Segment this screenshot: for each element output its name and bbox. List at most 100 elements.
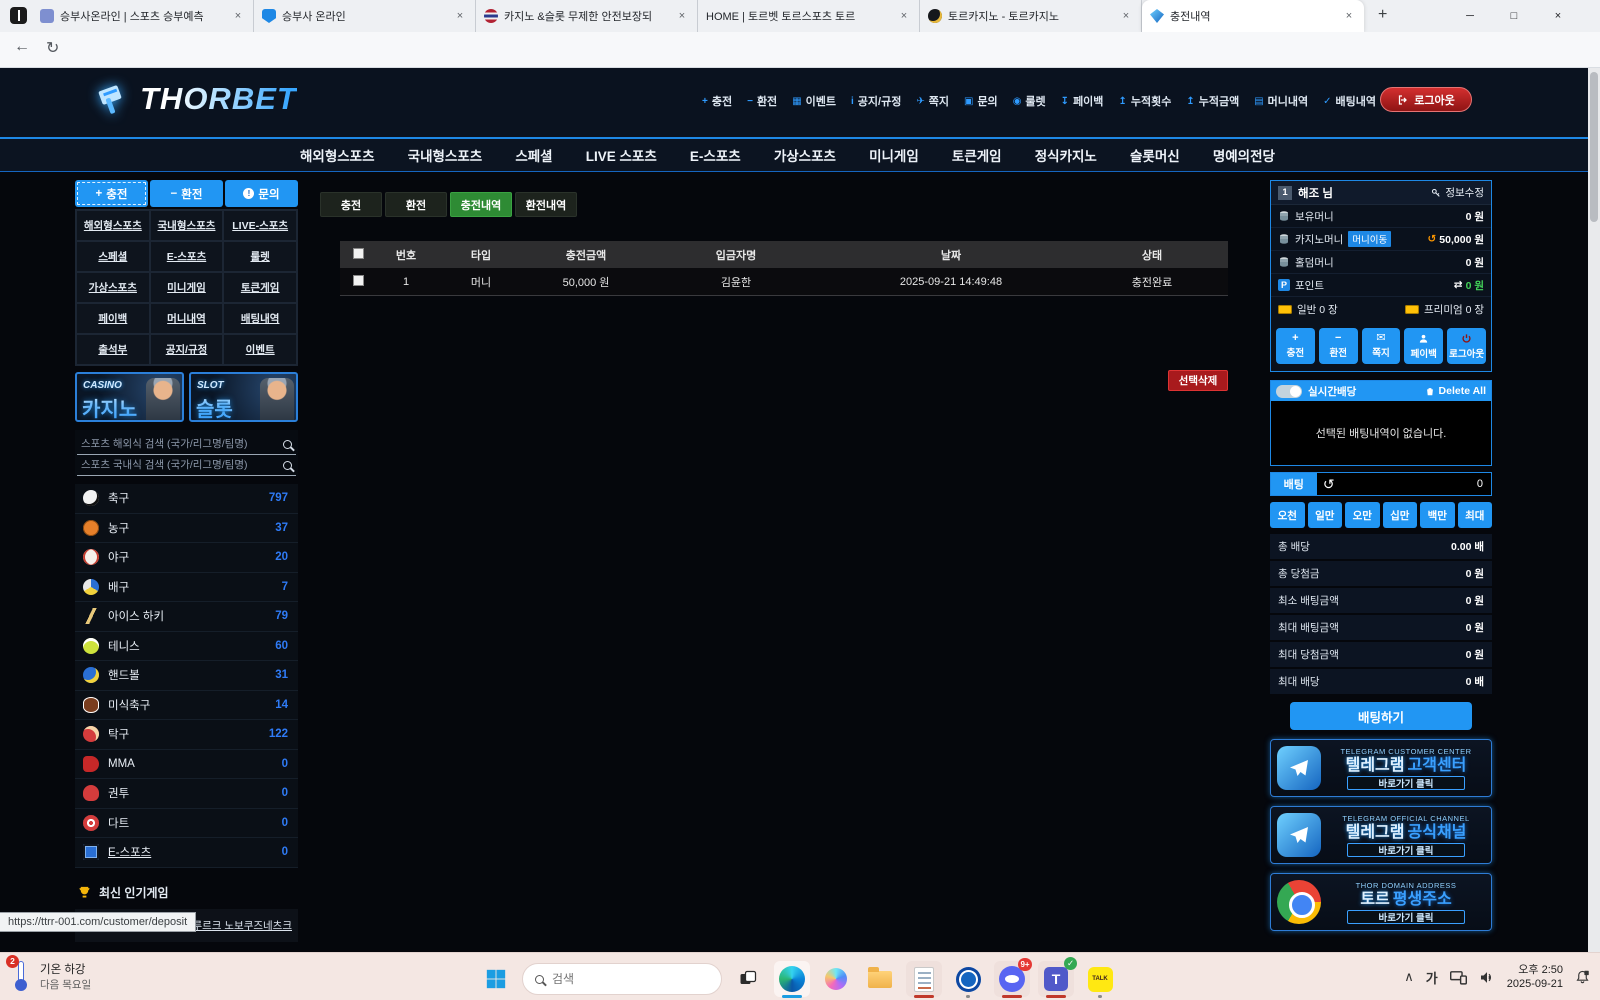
tab-actions-icon[interactable]	[10, 7, 27, 24]
tab-close-button[interactable]: ×	[453, 10, 467, 22]
telegram-channel-banner[interactable]: TELEGRAM OFFICIAL CHANNEL 텔레그램공식채널 바로가기 …	[1270, 806, 1492, 864]
nav-slot-machine[interactable]: 슬롯머신	[1130, 145, 1180, 165]
quick-5000-button[interactable]: 오천	[1270, 502, 1305, 528]
select-all-checkbox[interactable]	[353, 248, 364, 259]
search-icon[interactable]	[283, 440, 292, 449]
sport-item-boxing[interactable]: 권투0	[75, 779, 298, 809]
sidebar-withdraw-button[interactable]: −환전	[150, 180, 223, 207]
nav-special[interactable]: 스페셜	[515, 145, 552, 165]
browser-tab-1[interactable]: 승부사온라인 | 스포츠 승부예측 ×	[32, 0, 254, 32]
ime-korean-indicator[interactable]: 가	[1426, 968, 1438, 987]
sidebar-inquiry-button[interactable]: !문의	[225, 180, 298, 207]
browser-tab-5[interactable]: 토르카지노 - 토르카지노 ×	[920, 0, 1142, 32]
page-scrollbar[interactable]	[1588, 68, 1600, 952]
taskbar-teams[interactable]: T✓	[1038, 961, 1074, 997]
nav-mini-games[interactable]: 미니게임	[869, 145, 919, 165]
domain-address-banner[interactable]: THOR DOMAIN ADDRESS 토르평생주소 바로가기 클릭	[1270, 873, 1492, 931]
sport-item-american-football[interactable]: 미식축구14	[75, 691, 298, 721]
message-button[interactable]: ✉쪽지	[1362, 328, 1401, 364]
nav-domestic-sports[interactable]: 국내형스포츠	[408, 145, 483, 165]
menu-event[interactable]: 이벤트	[223, 334, 297, 365]
quick-50000-button[interactable]: 오만	[1345, 502, 1380, 528]
taskbar-blue-app[interactable]	[950, 961, 986, 997]
nav-hall-of-fame[interactable]: 명예의전당	[1213, 145, 1275, 165]
browser-tab-2[interactable]: 승부사 온라인 ×	[254, 0, 476, 32]
overseas-search-input[interactable]	[81, 438, 283, 450]
quick-menu-event[interactable]: ▦이벤트	[792, 93, 836, 109]
quick-menu-money-history[interactable]: ▤머니내역	[1254, 93, 1308, 109]
quick-100000-button[interactable]: 십만	[1383, 502, 1418, 528]
window-maximize-button[interactable]: □	[1492, 0, 1536, 32]
menu-roulette[interactable]: 룰렛	[223, 241, 297, 272]
tab-close-button[interactable]: ×	[231, 10, 245, 22]
withdraw-button[interactable]: −환전	[1319, 328, 1358, 364]
tab-close-button[interactable]: ×	[897, 10, 911, 22]
quick-menu-bet-count[interactable]: ↥누적횟수	[1118, 93, 1171, 109]
quick-menu-bet-total[interactable]: ↥누적금액	[1186, 93, 1239, 109]
logout-button[interactable]: 로그아웃	[1380, 87, 1472, 112]
quick-1000000-button[interactable]: 백만	[1420, 502, 1455, 528]
nav-overseas-sports[interactable]: 해외형스포츠	[300, 145, 375, 165]
casino-banner[interactable]: CASINO 카지노	[75, 372, 184, 422]
weather-widget[interactable]: 2 기온 하강 다음 목요일	[10, 959, 91, 993]
tab-close-button[interactable]: ×	[1342, 10, 1356, 22]
sport-item-baseball[interactable]: 야구20	[75, 543, 298, 573]
menu-attendance[interactable]: 출석부	[76, 334, 150, 365]
quick-menu-deposit[interactable]: +충전	[702, 93, 732, 109]
banner-cta-button[interactable]: 바로가기 클릭	[1347, 776, 1465, 790]
quick-10000-button[interactable]: 일만	[1308, 502, 1343, 528]
menu-payback[interactable]: 페이백	[76, 303, 150, 334]
menu-domestic-sports[interactable]: 국내형스포츠	[150, 210, 224, 241]
quick-max-button[interactable]: 최대	[1458, 502, 1493, 528]
taskbar-copilot[interactable]	[818, 961, 854, 997]
window-minimize-button[interactable]: ─	[1448, 0, 1492, 32]
browser-tab-3[interactable]: 카지노 &슬롯 무제한 안전보장되 ×	[476, 0, 698, 32]
taskbar-discord[interactable]: 9+	[994, 961, 1030, 997]
quick-menu-bet-history[interactable]: ✓배팅내역	[1323, 93, 1376, 109]
sport-item-tennis[interactable]: 테니스60	[75, 632, 298, 662]
nav-token-games[interactable]: 토큰게임	[952, 145, 1002, 165]
new-tab-button[interactable]: +	[1378, 6, 1387, 24]
start-button[interactable]	[478, 961, 514, 997]
menu-token-games[interactable]: 토큰게임	[223, 272, 297, 303]
telegram-customer-banner[interactable]: TELEGRAM CUSTOMER CENTER 텔레그램고객센터 바로가기 클…	[1270, 739, 1492, 797]
sport-item-esports[interactable]: E-스포츠0	[75, 838, 298, 868]
search-icon[interactable]	[283, 461, 292, 470]
taskbar-file-explorer[interactable]	[862, 961, 898, 997]
quick-menu-roulette[interactable]: ◉룰렛	[1013, 93, 1046, 109]
taskbar-document-app[interactable]	[906, 961, 942, 997]
sport-item-mma[interactable]: MMA0	[75, 750, 298, 780]
slot-banner[interactable]: SLOT 슬롯	[189, 372, 298, 422]
nav-esports[interactable]: E-스포츠	[690, 145, 741, 165]
quick-menu-withdraw[interactable]: −환전	[747, 93, 777, 109]
taskbar-clock[interactable]: 오후 2:50 2025-09-21	[1507, 963, 1563, 991]
bet-amount-input[interactable]	[1341, 478, 1491, 490]
banner-cta-button[interactable]: 바로가기 클릭	[1347, 910, 1465, 924]
menu-live-sports[interactable]: LIVE-스포츠	[223, 210, 297, 241]
menu-bet-history[interactable]: 배팅내역	[223, 303, 297, 334]
menu-esports[interactable]: E-스포츠	[150, 241, 224, 272]
notification-bell-icon[interactable]	[1575, 969, 1590, 985]
reset-bet-icon[interactable]: ↺	[1317, 476, 1341, 493]
menu-mini-games[interactable]: 미니게임	[150, 272, 224, 303]
place-bet-button[interactable]: 배팅하기	[1290, 702, 1472, 730]
taskbar-kakaotalk[interactable]: TALK	[1082, 961, 1118, 997]
banner-cta-button[interactable]: 바로가기 클릭	[1347, 843, 1465, 857]
sport-item-handball[interactable]: 핸드볼31	[75, 661, 298, 691]
tab-close-button[interactable]: ×	[1119, 10, 1133, 22]
sport-item-basketball[interactable]: 농구37	[75, 514, 298, 544]
hidden-icons-chevron[interactable]: ∧	[1404, 969, 1414, 985]
tab-withdraw[interactable]: 환전	[385, 192, 447, 217]
browser-tab-active[interactable]: 충전내역 ×	[1142, 0, 1364, 32]
quick-menu-payback[interactable]: ↧페이백	[1061, 93, 1104, 109]
taskbar-search-input[interactable]	[552, 972, 672, 986]
window-close-button[interactable]: ×	[1536, 0, 1580, 32]
payback-button[interactable]: 페이백	[1404, 328, 1443, 364]
sport-item-soccer[interactable]: 축구797	[75, 484, 298, 514]
quick-menu-notice[interactable]: i공지/규정	[851, 93, 901, 109]
row-checkbox[interactable]	[353, 275, 364, 286]
sport-item-volleyball[interactable]: 배구7	[75, 573, 298, 603]
refresh-button[interactable]: ↻	[46, 38, 59, 58]
sport-item-ice-hockey[interactable]: 아이스 하키79	[75, 602, 298, 632]
tab-deposit-history[interactable]: 충전내역	[450, 192, 512, 217]
